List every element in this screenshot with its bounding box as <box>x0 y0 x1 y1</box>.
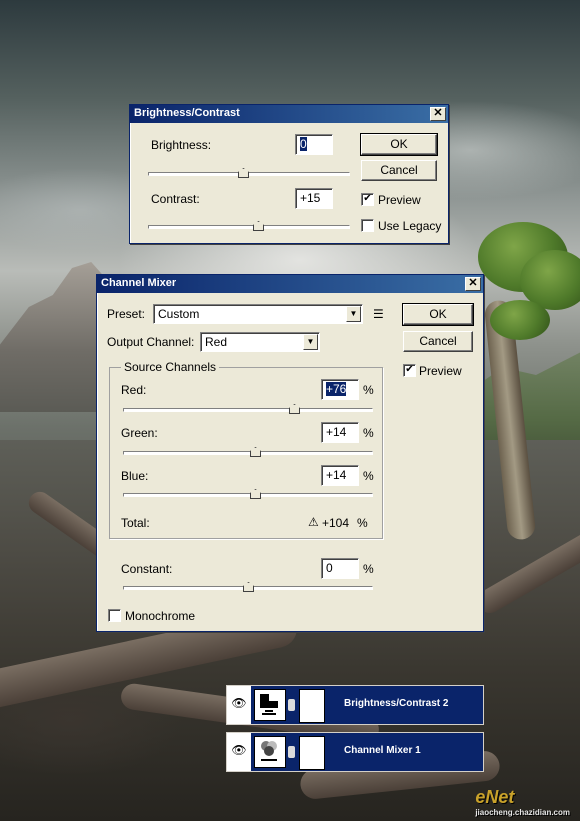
output-channel-select[interactable]: Red ▼ <box>200 332 320 352</box>
layer-mask-thumbnail[interactable] <box>299 736 325 770</box>
use-legacy-label: Use Legacy <box>378 219 442 233</box>
red-input[interactable]: +76 <box>321 379 359 400</box>
eye-icon[interactable]: 👁 <box>230 743 248 759</box>
preview-label: Preview <box>378 193 421 207</box>
brightness-contrast-dialog: Brightness/Contrast ✕ Brightness: 0 Cont… <box>129 104 449 244</box>
green-label: Green: <box>121 426 158 440</box>
watermark-main: eNet <box>475 787 515 807</box>
brightness-slider-thumb[interactable] <box>238 168 249 178</box>
ok-button[interactable]: OK <box>402 303 474 326</box>
use-legacy-checkbox[interactable] <box>361 219 374 232</box>
watermark-logo: eNet jiaocheng.chazidian.com <box>475 787 570 817</box>
preview-label: Preview <box>419 364 462 378</box>
contrast-slider-thumb[interactable] <box>253 221 264 231</box>
dialog-titlebar[interactable]: Brightness/Contrast ✕ <box>130 105 448 123</box>
blue-value: +14 <box>326 468 347 482</box>
red-slider-track[interactable] <box>123 408 373 412</box>
chevron-down-icon[interactable]: ▼ <box>303 334 318 350</box>
tree-foliage <box>490 300 550 340</box>
cancel-button[interactable]: Cancel <box>361 160 437 181</box>
layer-name: Brightness/Contrast 2 <box>344 698 449 709</box>
link-icon[interactable] <box>288 746 295 758</box>
contrast-value: +15 <box>300 191 321 205</box>
preview-checkbox[interactable]: ✔ <box>403 364 416 377</box>
green-value: +14 <box>326 425 347 439</box>
constant-input[interactable]: 0 <box>321 558 359 579</box>
percent-sign: % <box>363 426 374 440</box>
preview-checkbox[interactable]: ✔ <box>361 193 374 206</box>
percent-sign: % <box>363 383 374 397</box>
percent-sign: % <box>357 516 368 530</box>
red-value: +76 <box>326 382 347 396</box>
eye-icon[interactable]: 👁 <box>230 696 248 712</box>
output-channel-value: Red <box>205 335 228 349</box>
source-channels-title: Source Channels <box>121 360 220 374</box>
watermark-sub: jiaocheng.chazidian.com <box>475 808 570 817</box>
constant-label: Constant: <box>121 562 173 576</box>
total-value: +104 <box>322 516 350 530</box>
constant-slider-thumb[interactable] <box>243 582 254 592</box>
close-button[interactable]: ✕ <box>430 107 446 121</box>
layer-row-channel-mixer[interactable]: 👁 Channel Mixer 1 <box>226 732 484 772</box>
monochrome-checkbox[interactable] <box>108 609 121 622</box>
contrast-input[interactable]: +15 <box>295 188 333 209</box>
layer-name: Channel Mixer 1 <box>344 745 421 756</box>
blue-label: Blue: <box>121 469 149 483</box>
contrast-label: Contrast: <box>151 192 200 206</box>
blue-slider-track[interactable] <box>123 493 373 497</box>
preset-select[interactable]: Custom ▼ <box>153 304 363 324</box>
green-input[interactable]: +14 <box>321 422 359 443</box>
output-channel-label: Output Channel: <box>107 335 195 349</box>
close-button[interactable]: ✕ <box>465 277 481 291</box>
layer-mask-thumbnail[interactable] <box>299 689 325 723</box>
dialog-title: Channel Mixer <box>101 277 177 289</box>
chevron-down-icon[interactable]: ▼ <box>346 306 361 322</box>
dialog-titlebar[interactable]: Channel Mixer ✕ <box>97 275 483 293</box>
percent-sign: % <box>363 469 374 483</box>
link-icon[interactable] <box>288 699 295 711</box>
preset-value: Custom <box>158 307 200 321</box>
layer-row-brightness-contrast[interactable]: 👁 Brightness/Contrast 2 <box>226 685 484 725</box>
preset-label: Preset: <box>107 307 146 321</box>
blue-input[interactable]: +14 <box>321 465 359 486</box>
brightness-label: Brightness: <box>151 138 212 152</box>
brightness-input[interactable]: 0 <box>295 134 333 155</box>
brightness-slider-track[interactable] <box>148 172 350 176</box>
brightness-contrast-icon <box>254 689 286 721</box>
channel-mixer-icon <box>254 736 286 768</box>
ok-button[interactable]: OK <box>360 133 438 156</box>
constant-value: 0 <box>326 561 333 575</box>
channel-mixer-dialog: Channel Mixer ✕ Preset: Custom ▼ ☰ Outpu… <box>96 274 484 632</box>
warning-icon: ⚠ <box>308 515 319 529</box>
green-slider-track[interactable] <box>123 451 373 455</box>
preset-options-icon[interactable]: ☰ <box>373 307 384 321</box>
total-label: Total: <box>121 516 150 530</box>
contrast-slider-track[interactable] <box>148 225 350 229</box>
dialog-title: Brightness/Contrast <box>134 107 240 119</box>
cancel-button[interactable]: Cancel <box>403 331 473 352</box>
brightness-value: 0 <box>300 137 307 151</box>
monochrome-label: Monochrome <box>125 609 196 623</box>
percent-sign: % <box>363 562 374 576</box>
red-label: Red: <box>121 383 147 397</box>
